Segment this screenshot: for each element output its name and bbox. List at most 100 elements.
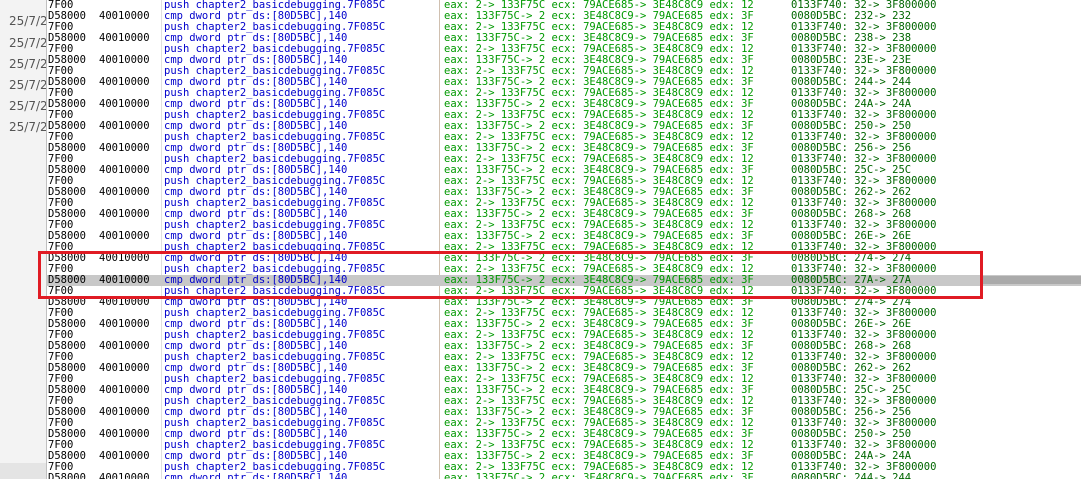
instruction-cell: cmp dword ptr ds:[80D5BC],140 <box>164 187 348 198</box>
memory-change-cell: 0133F740: 32-> 3F800000 <box>791 132 937 143</box>
table-row[interactable]: 7F00 push chapter2_basicdebugging.7F085C e… <box>46 176 1081 187</box>
instruction-cell: push chapter2_basicdebugging.7F085C <box>164 462 386 473</box>
table-row[interactable]: 7F00 push chapter2_basicdebugging.7F085C e… <box>46 418 1081 429</box>
table-row[interactable]: 7F00 push chapter2_basicdebugging.7F085C e… <box>46 22 1081 33</box>
table-row[interactable]: 7F00 push chapter2_basicdebugging.7F085C e… <box>46 374 1081 385</box>
instruction-cell: cmp dword ptr ds:[80D5BC],140 <box>164 385 348 396</box>
table-row[interactable]: 7F00 push chapter2_basicdebugging.7F085C e… <box>46 462 1081 473</box>
trace-log-table[interactable]: 7F00 push chapter2_basicdebugging.7F085C e… <box>46 0 1081 479</box>
table-row[interactable]: D58000 40010000 cmp dword ptr ds:[80D5BC],… <box>46 99 1081 110</box>
table-row[interactable]: D58000 40010000 cmp dword ptr ds:[80D5BC],… <box>46 55 1081 66</box>
table-row[interactable]: 7F00 push chapter2_basicdebugging.7F085C e… <box>46 132 1081 143</box>
history-date-item[interactable]: 25/7/2 <box>9 36 46 50</box>
table-row[interactable]: 7F00 push chapter2_basicdebugging.7F085C e… <box>46 154 1081 165</box>
register-change-cell: eax: 2-> 133F75C ecx: 79ACE685-> 3E48C8C… <box>444 418 754 429</box>
memory-change-cell: 0080D5BC: 262-> 262 <box>791 187 912 198</box>
table-row[interactable]: D58000 40010000 cmp dword ptr ds:[80D5BC],… <box>46 319 1081 330</box>
address-cell: D58000 <box>48 99 86 110</box>
table-row[interactable]: 7F00 push chapter2_basicdebugging.7F085C e… <box>46 198 1081 209</box>
table-row[interactable]: D58000 40010000 cmp dword ptr ds:[80D5BC],… <box>46 231 1081 242</box>
register-change-cell: eax: 133F75C-> 2 ecx: 3E48C8C9-> 79ACE68… <box>444 33 754 44</box>
memory-change-cell: 0080D5BC: 23E-> 23E <box>791 55 912 66</box>
register-change-cell: eax: 133F75C-> 2 ecx: 3E48C8C9-> 79ACE68… <box>444 209 754 220</box>
register-change-cell: eax: 133F75C-> 2 ecx: 3E48C8C9-> 79ACE68… <box>444 385 754 396</box>
instruction-cell: cmp dword ptr ds:[80D5BC],140 <box>164 99 348 110</box>
register-change-cell: eax: 2-> 133F75C ecx: 79ACE685-> 3E48C8C… <box>444 88 754 99</box>
memory-change-cell: 0080D5BC: 232-> 232 <box>791 11 912 22</box>
bytes-cell: 40010000 <box>99 55 150 66</box>
memory-change-cell: 0080D5BC: 24A-> 24A <box>791 99 912 110</box>
table-row[interactable]: D58000 40010000 cmp dword ptr ds:[80D5BC],… <box>46 11 1081 22</box>
address-cell: D58000 <box>48 143 86 154</box>
table-row[interactable]: 7F00 push chapter2_basicdebugging.7F085C e… <box>46 44 1081 55</box>
address-cell: 7F00 <box>48 462 74 473</box>
table-row[interactable]: D58000 40010000 cmp dword ptr ds:[80D5BC],… <box>46 407 1081 418</box>
register-change-cell: eax: 133F75C-> 2 ecx: 3E48C8C9-> 79ACE68… <box>444 55 754 66</box>
memory-change-cell: 0080D5BC: 25C-> 25C <box>791 385 912 396</box>
memory-change-cell: 0133F740: 32-> 3F800000 <box>791 66 937 77</box>
table-row[interactable]: D58000 40010000 cmp dword ptr ds:[80D5BC],… <box>46 473 1081 479</box>
memory-change-cell: 0133F740: 32-> 3F800000 <box>791 176 937 187</box>
history-date-item[interactable]: 25/7/2 <box>9 120 46 134</box>
address-cell: 7F00 <box>48 308 74 319</box>
memory-change-cell: 0080D5BC: 244-> 244 <box>791 77 912 88</box>
history-date-item[interactable]: 25/7/2 <box>9 99 46 113</box>
instruction-cell: push chapter2_basicdebugging.7F085C <box>164 66 386 77</box>
table-row[interactable]: 7F00 push chapter2_basicdebugging.7F085C e… <box>46 308 1081 319</box>
table-row[interactable]: 7F00 push chapter2_basicdebugging.7F085C e… <box>46 0 1081 11</box>
register-change-cell: eax: 133F75C-> 2 ecx: 3E48C8C9-> 79ACE68… <box>444 143 754 154</box>
register-change-cell: eax: 2-> 133F75C ecx: 79ACE685-> 3E48C8C… <box>444 22 754 33</box>
table-row[interactable]: 7F00 push chapter2_basicdebugging.7F085C e… <box>46 66 1081 77</box>
register-change-cell: eax: 133F75C-> 2 ecx: 3E48C8C9-> 79ACE68… <box>444 363 754 374</box>
bytes-cell: 40010000 <box>99 77 150 88</box>
selected-row-scroll-marker <box>983 276 1081 284</box>
instruction-cell: cmp dword ptr ds:[80D5BC],140 <box>164 341 348 352</box>
register-change-cell: eax: 133F75C-> 2 ecx: 3E48C8C9-> 79ACE68… <box>444 407 754 418</box>
table-row[interactable]: 7F00 push chapter2_basicdebugging.7F085C e… <box>46 220 1081 231</box>
table-row[interactable]: D58000 40010000 cmp dword ptr ds:[80D5BC],… <box>46 143 1081 154</box>
bytes-cell: 40010000 <box>99 99 150 110</box>
bytes-cell: 40010000 <box>99 319 150 330</box>
table-row[interactable]: D58000 40010000 cmp dword ptr ds:[80D5BC],… <box>46 429 1081 440</box>
table-row[interactable]: D58000 40010000 cmp dword ptr ds:[80D5BC],… <box>46 363 1081 374</box>
table-row[interactable]: 7F00 push chapter2_basicdebugging.7F085C e… <box>46 440 1081 451</box>
address-cell: D58000 <box>48 77 86 88</box>
register-change-cell: eax: 2-> 133F75C ecx: 79ACE685-> 3E48C8C… <box>444 374 754 385</box>
register-change-cell: eax: 133F75C-> 2 ecx: 3E48C8C9-> 79ACE68… <box>444 11 754 22</box>
table-row[interactable]: D58000 40010000 cmp dword ptr ds:[80D5BC],… <box>46 33 1081 44</box>
table-row[interactable]: 7F00 push chapter2_basicdebugging.7F085C e… <box>46 110 1081 121</box>
table-row[interactable]: D58000 40010000 cmp dword ptr ds:[80D5BC],… <box>46 187 1081 198</box>
memory-change-cell: 0080D5BC: 26E-> 26E <box>791 319 912 330</box>
table-row[interactable]: D58000 40010000 cmp dword ptr ds:[80D5BC],… <box>46 451 1081 462</box>
address-cell: 7F00 <box>48 374 74 385</box>
memory-change-cell: 0133F740: 32-> 3F800000 <box>791 440 937 451</box>
table-row[interactable]: D58000 40010000 cmp dword ptr ds:[80D5BC],… <box>46 121 1081 132</box>
instruction-cell: cmp dword ptr ds:[80D5BC],140 <box>164 165 348 176</box>
table-row[interactable]: D58000 40010000 cmp dword ptr ds:[80D5BC],… <box>46 341 1081 352</box>
bytes-cell: 40010000 <box>99 11 150 22</box>
memory-change-cell: 0133F740: 32-> 3F800000 <box>791 198 937 209</box>
history-date-item[interactable]: 25/7/2 <box>9 57 46 71</box>
instruction-cell: push chapter2_basicdebugging.7F085C <box>164 154 386 165</box>
table-row[interactable]: 7F00 push chapter2_basicdebugging.7F085C e… <box>46 330 1081 341</box>
instruction-cell: cmp dword ptr ds:[80D5BC],140 <box>164 209 348 220</box>
table-row[interactable]: 7F00 push chapter2_basicdebugging.7F085C e… <box>46 396 1081 407</box>
table-row[interactable]: D58000 40010000 cmp dword ptr ds:[80D5BC],… <box>46 209 1081 220</box>
register-change-cell: eax: 133F75C-> 2 ecx: 3E48C8C9-> 79ACE68… <box>444 187 754 198</box>
bytes-cell: 40010000 <box>99 33 150 44</box>
memory-change-cell: 0080D5BC: 238-> 238 <box>791 33 912 44</box>
register-change-cell: eax: 133F75C-> 2 ecx: 3E48C8C9-> 79ACE68… <box>444 99 754 110</box>
table-row[interactable]: D58000 40010000 cmp dword ptr ds:[80D5BC],… <box>46 165 1081 176</box>
table-row[interactable]: D58000 40010000 cmp dword ptr ds:[80D5BC],… <box>46 385 1081 396</box>
register-change-cell: eax: 133F75C-> 2 ecx: 3E48C8C9-> 79ACE68… <box>444 77 754 88</box>
register-change-cell: eax: 133F75C-> 2 ecx: 3E48C8C9-> 79ACE68… <box>444 429 754 440</box>
address-cell: D58000 <box>48 385 86 396</box>
history-date-item[interactable]: 25/7/2 <box>9 14 46 28</box>
bytes-cell: 40010000 <box>99 187 150 198</box>
history-date-item[interactable]: 25/7/2 <box>9 78 46 92</box>
register-change-cell: eax: 2-> 133F75C ecx: 79ACE685-> 3E48C8C… <box>444 352 754 363</box>
address-cell: D58000 <box>48 407 86 418</box>
table-row[interactable]: 7F00 push chapter2_basicdebugging.7F085C e… <box>46 352 1081 363</box>
table-row[interactable]: 7F00 push chapter2_basicdebugging.7F085C e… <box>46 88 1081 99</box>
table-row[interactable]: D58000 40010000 cmp dword ptr ds:[80D5BC],… <box>46 77 1081 88</box>
